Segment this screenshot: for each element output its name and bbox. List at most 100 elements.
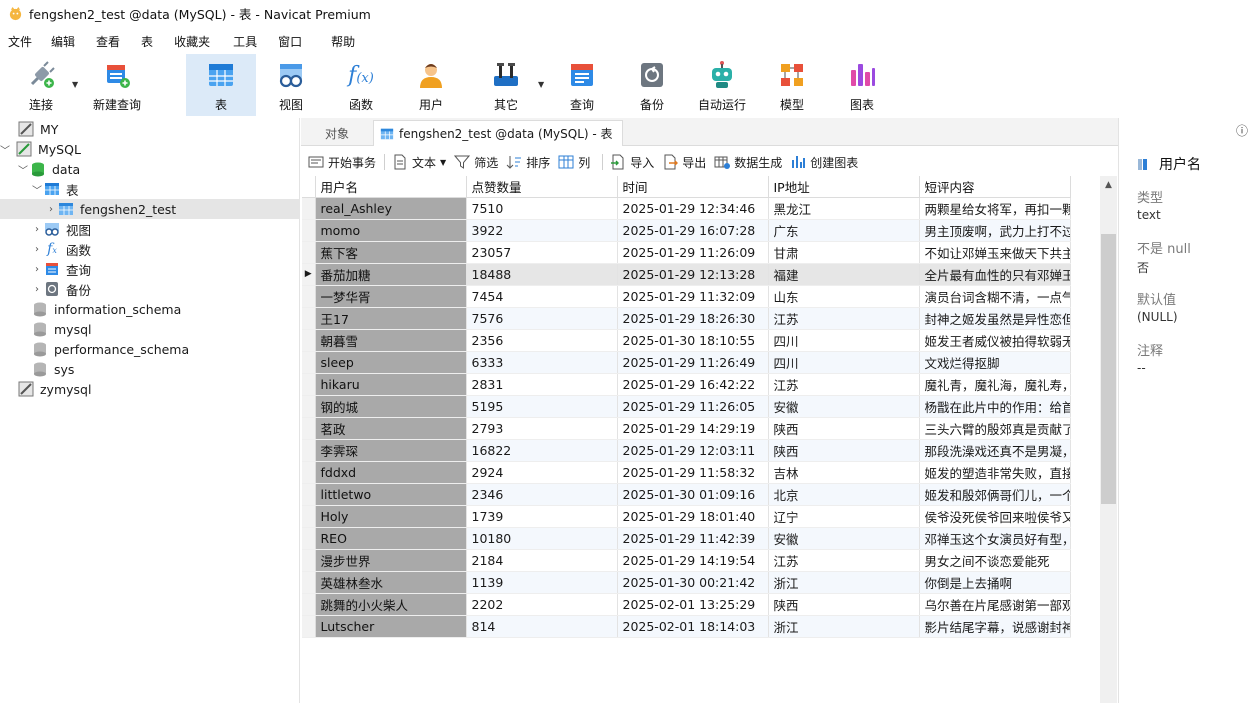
cell-likes[interactable]: 10180 bbox=[466, 527, 618, 550]
cell-username[interactable]: 一梦华胥 bbox=[315, 285, 467, 308]
cell-comment[interactable]: 魔礼青，魔礼海，魔礼寿， bbox=[919, 373, 1071, 396]
cell-likes[interactable]: 2346 bbox=[466, 483, 618, 506]
cell-likes[interactable]: 2184 bbox=[466, 549, 618, 572]
connect-button[interactable]: 连接 bbox=[14, 54, 68, 116]
chevron-right-icon[interactable]: › bbox=[30, 284, 44, 295]
chevron-down-icon[interactable]: ﹀ bbox=[0, 142, 10, 157]
info-icon[interactable]: ⓘ bbox=[1236, 122, 1248, 139]
chevron-down-icon[interactable]: ﹀ bbox=[30, 182, 44, 197]
cell-time[interactable]: 2025-01-29 12:13:28 bbox=[617, 263, 769, 286]
table-row[interactable]: 茗政 2793 2025-01-29 14:29:19 陕西 三头六臂的殷郊真是贡献了 bbox=[302, 417, 1071, 440]
cell-comment[interactable]: 姬发的塑造非常失败，直接 bbox=[919, 461, 1071, 484]
cell-likes[interactable]: 7576 bbox=[466, 307, 618, 330]
autorun-button[interactable]: 自动运行 bbox=[690, 54, 754, 116]
tree-item-fengshen2-test[interactable]: › fengshen2_test bbox=[0, 199, 300, 219]
tree-item-tables[interactable]: ﹀ 表 bbox=[0, 179, 300, 199]
cell-username[interactable]: Holy bbox=[315, 505, 467, 528]
cell-username[interactable]: 朝暮雪 bbox=[315, 329, 467, 352]
cell-time[interactable]: 2025-01-29 18:01:40 bbox=[617, 505, 769, 528]
column-header[interactable]: 用户名 bbox=[315, 176, 467, 198]
column-header[interactable]: 时间 bbox=[617, 176, 769, 198]
cell-comment[interactable]: 演员台词含糊不清，一点气 bbox=[919, 285, 1071, 308]
cell-username[interactable]: real_Ashley bbox=[315, 197, 467, 220]
cell-comment[interactable]: 侯爷没死侯爷回来啦侯爷又 bbox=[919, 505, 1071, 528]
cell-time[interactable]: 2025-01-30 18:10:55 bbox=[617, 329, 769, 352]
tree-item-data[interactable]: ﹀ data bbox=[0, 159, 300, 179]
table-row[interactable]: 一梦华胥 7454 2025-01-29 11:32:09 山东 演员台词含糊不清，一点… bbox=[302, 285, 1071, 308]
cell-time[interactable]: 2025-02-01 13:25:29 bbox=[617, 593, 769, 616]
cell-time[interactable]: 2025-01-29 11:58:32 bbox=[617, 461, 769, 484]
sort-button[interactable]: 排序 bbox=[506, 154, 550, 171]
cell-likes[interactable]: 2202 bbox=[466, 593, 618, 616]
cell-time[interactable]: 2025-01-29 16:07:28 bbox=[617, 219, 769, 242]
cell-username[interactable]: 番茄加糖 bbox=[315, 263, 467, 286]
cell-comment[interactable]: 不如让邓婵玉来做天下共主 bbox=[919, 241, 1071, 264]
tab-current-table[interactable]: fengshen2_test @data (MySQL) - 表 bbox=[373, 120, 623, 146]
columns-button[interactable]: 列 bbox=[558, 154, 590, 171]
tree-item-backups[interactable]: › 备份 bbox=[0, 279, 300, 299]
export-button[interactable]: 导出 bbox=[662, 154, 706, 171]
cell-likes[interactable]: 18488 bbox=[466, 263, 618, 286]
tree-item-my[interactable]: MY bbox=[0, 119, 300, 139]
scrollbar-thumb[interactable] bbox=[1101, 234, 1116, 504]
cell-time[interactable]: 2025-01-29 12:03:11 bbox=[617, 439, 769, 462]
menu-favorites[interactable]: 收藏夹 bbox=[162, 33, 219, 50]
cell-likes[interactable]: 2356 bbox=[466, 329, 618, 352]
data-generation-button[interactable]: 数据生成 bbox=[714, 154, 782, 171]
cell-likes[interactable]: 2793 bbox=[466, 417, 618, 440]
text-view-button[interactable]: 文本 ▼ bbox=[392, 154, 446, 171]
tree-item-views[interactable]: › 视图 bbox=[0, 219, 300, 239]
cell-comment[interactable]: 影片结尾字幕，说感谢封神 bbox=[919, 615, 1071, 638]
cell-comment[interactable]: 姬发王者威仪被拍得软弱无 bbox=[919, 329, 1071, 352]
menu-window[interactable]: 窗口 bbox=[266, 33, 311, 50]
cell-comment[interactable]: 两颗星给女将军，再扣一颗 bbox=[919, 197, 1071, 220]
query-button[interactable]: 查询 bbox=[554, 54, 610, 116]
menu-file[interactable]: 文件 bbox=[0, 33, 41, 50]
table-row[interactable]: real_Ashley 7510 2025-01-29 12:34:46 黑龙江 两颗星… bbox=[302, 197, 1071, 220]
tree-item-functions[interactable]: › fx 函数 bbox=[0, 239, 300, 259]
cell-time[interactable]: 2025-02-01 18:14:03 bbox=[617, 615, 769, 638]
cell-username[interactable]: hikaru bbox=[315, 373, 467, 396]
table-row[interactable]: 钢的城 5195 2025-01-29 11:26:05 安徽 杨戬在此片中的作用：给首 bbox=[302, 395, 1071, 418]
table-row-current[interactable]: ▶ 番茄加糖 18488 2025-01-29 12:13:28 福建 全片最有血性的只有… bbox=[302, 263, 1071, 286]
tree-item-performance-schema[interactable]: performance_schema bbox=[0, 339, 300, 359]
cell-likes[interactable]: 2924 bbox=[466, 461, 618, 484]
chart-button[interactable]: 图表 bbox=[834, 54, 890, 116]
other-dropdown-icon[interactable]: ▼ bbox=[538, 80, 544, 89]
table-row[interactable]: 漫步世界 2184 2025-01-29 14:19:54 江苏 男女之间不谈恋爱能死 bbox=[302, 549, 1071, 572]
table-row[interactable]: hikaru 2831 2025-01-29 16:42:22 江苏 魔礼青，魔礼海，魔… bbox=[302, 373, 1071, 396]
table-button[interactable]: 表 bbox=[186, 54, 256, 116]
cell-username[interactable]: 跳舞的小火柴人 bbox=[315, 593, 467, 616]
menu-view[interactable]: 查看 bbox=[84, 33, 129, 50]
cell-ip[interactable]: 北京 bbox=[768, 483, 920, 506]
cell-time[interactable]: 2025-01-29 11:42:39 bbox=[617, 527, 769, 550]
create-chart-button[interactable]: 创建图表 bbox=[790, 154, 858, 171]
begin-transaction-button[interactable]: 开始事务 bbox=[308, 154, 376, 171]
cell-ip[interactable]: 四川 bbox=[768, 329, 920, 352]
cell-username[interactable]: littletwo bbox=[315, 483, 467, 506]
cell-username[interactable]: 钢的城 bbox=[315, 395, 467, 418]
cell-username[interactable]: 英雄林叁水 bbox=[315, 571, 467, 594]
cell-comment[interactable]: 男主顶废啊，武力上打不过 bbox=[919, 219, 1071, 242]
cell-username[interactable]: 漫步世界 bbox=[315, 549, 467, 572]
filter-button[interactable]: 筛选 bbox=[454, 154, 498, 171]
cell-comment[interactable]: 封神之姬发虽然是异性恋但 bbox=[919, 307, 1071, 330]
cell-ip[interactable]: 江苏 bbox=[768, 307, 920, 330]
cell-ip[interactable]: 浙江 bbox=[768, 571, 920, 594]
table-row[interactable]: 蕉下客 23057 2025-01-29 11:26:09 甘肃 不如让邓婵玉来做天下共… bbox=[302, 241, 1071, 264]
cell-time[interactable]: 2025-01-29 11:26:05 bbox=[617, 395, 769, 418]
connect-dropdown-icon[interactable]: ▼ bbox=[72, 80, 78, 89]
cell-likes[interactable]: 16822 bbox=[466, 439, 618, 462]
cell-likes[interactable]: 2831 bbox=[466, 373, 618, 396]
cell-likes[interactable]: 7454 bbox=[466, 285, 618, 308]
cell-time[interactable]: 2025-01-29 18:26:30 bbox=[617, 307, 769, 330]
scroll-up-icon[interactable]: ▲ bbox=[1100, 176, 1117, 193]
model-button[interactable]: 模型 bbox=[764, 54, 820, 116]
cell-comment[interactable]: 男女之间不谈恋爱能死 bbox=[919, 549, 1071, 572]
cell-time[interactable]: 2025-01-30 00:21:42 bbox=[617, 571, 769, 594]
cell-time[interactable]: 2025-01-29 12:34:46 bbox=[617, 197, 769, 220]
text-dropdown-icon[interactable]: ▼ bbox=[440, 158, 446, 167]
column-header[interactable]: 点赞数量 bbox=[466, 176, 618, 198]
cell-comment[interactable]: 全片最有血性的只有邓婵玉 bbox=[919, 263, 1071, 286]
cell-likes[interactable]: 7510 bbox=[466, 197, 618, 220]
